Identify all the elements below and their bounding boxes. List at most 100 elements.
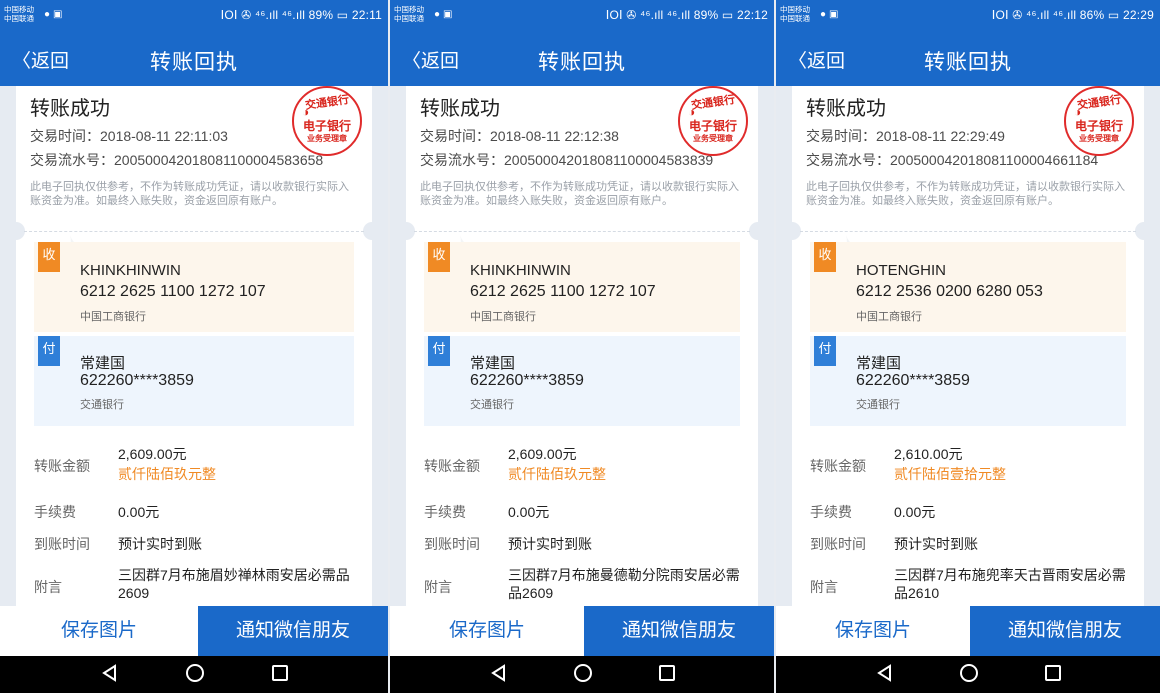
app-icon: ▣ <box>829 9 839 20</box>
action-bar: 保存图片 通知微信朋友 <box>776 606 1160 656</box>
payer-account: 622260****3859 <box>80 372 194 389</box>
transaction-time: 交易时间：2018-08-11 22:11:03 <box>30 128 228 144</box>
payer-section: 付 常建国 622260****3859 交通银行 <box>810 336 1126 426</box>
chat-bubble-icon: ● <box>820 9 827 20</box>
bank-stamp: 交通银行 ◑ 电子银行 业务受理章 <box>678 86 748 156</box>
remark-label: 附言 <box>34 579 62 595</box>
amount-value: 2,609.00元 <box>508 446 577 462</box>
page-title: 转账回执 <box>150 51 238 74</box>
status-right: ⅠOⅠ ✇ ⁴⁶.ıll ⁴⁶.ıll 86% ▭ 22:29 <box>991 8 1154 22</box>
screenshot-collage: 中国移动 中国联通 ● ▣ ⅠOⅠ ✇ ⁴⁶.ıll ⁴⁶.ıll 89% ▭ … <box>0 0 1160 693</box>
payer-bank: 交通银行 <box>470 399 514 411</box>
arrival-value: 预计实时到账 <box>118 536 202 552</box>
notification-icons: ● ▣ <box>434 9 453 20</box>
amount-label: 转账金额 <box>34 458 90 474</box>
success-title: 转账成功 <box>30 98 110 120</box>
payer-account: 622260****3859 <box>856 372 970 389</box>
back-triangle-icon[interactable] <box>490 664 508 682</box>
fee-value: 0.00元 <box>118 504 160 520</box>
receipt-header: 转账成功 交易时间：2018-08-11 22:12:38 交易流水号：2005… <box>406 86 758 228</box>
divider <box>800 231 1136 232</box>
home-circle-icon[interactable] <box>960 664 979 682</box>
payee-bank: 中国工商银行 <box>470 311 536 323</box>
status-bar: 中国移动 中国联通 ● ▣ ⅠOⅠ ✇ ⁴⁶.ıll ⁴⁶.ıll 89% ▭ … <box>0 0 388 32</box>
payee-section: 收 KHINKHINWIN 6212 2625 1100 1272 107 中国… <box>424 242 740 332</box>
payee-tag-icon: 收 <box>814 242 836 272</box>
status-right: ⅠOⅠ ✇ ⁴⁶.ıll ⁴⁶.ıll 89% ▭ 22:11 <box>220 8 382 22</box>
payer-tag-icon: 付 <box>814 336 836 366</box>
chat-bubble-icon: ● <box>44 9 51 20</box>
payee-section: 收 KHINKHINWIN 6212 2625 1100 1272 107 中国… <box>34 242 354 332</box>
ticket-notch-right <box>749 222 758 240</box>
recents-square-icon[interactable] <box>271 665 288 681</box>
notify-wechat-button[interactable]: 通知微信朋友 <box>584 606 774 656</box>
amount-chinese: 贰仟陆佰玖元整 <box>118 466 216 482</box>
carrier-2: 中国联通 <box>4 14 34 23</box>
amount-value: 2,610.00元 <box>894 446 963 462</box>
recents-square-icon[interactable] <box>658 665 675 681</box>
system-nav-bar <box>390 656 774 693</box>
payer-bank: 交通银行 <box>80 399 124 411</box>
carrier-1: 中国移动 <box>4 5 34 14</box>
action-bar: 保存图片 通知微信朋友 <box>390 606 774 656</box>
chat-bubble-icon: ● <box>434 9 441 20</box>
payee-section: 收 HOTENGHIN 6212 2536 0200 6280 053 中国工商… <box>810 242 1126 332</box>
transaction-time: 交易时间：2018-08-11 22:12:38 <box>420 128 619 144</box>
payer-account: 622260****3859 <box>470 372 584 389</box>
home-circle-icon[interactable] <box>574 664 593 682</box>
receipt-card: ✦ 转账成功 交易时间：2018-08-11 22:29:49 交易流水号：20… <box>792 86 1144 606</box>
payee-tag-icon: 收 <box>428 242 450 272</box>
save-image-button[interactable]: 保存图片 <box>0 606 198 656</box>
fee-value: 0.00元 <box>508 504 550 520</box>
notification-icons: ● ▣ <box>820 9 839 20</box>
carrier-1: 中国移动 <box>394 5 424 14</box>
remark-label: 附言 <box>424 579 452 595</box>
status-bar: 中国移动 中国联通 ● ▣ ⅠOⅠ ✇ ⁴⁶.ıll ⁴⁶.ıll 86% ▭ … <box>776 0 1160 32</box>
nav-bar: 〈返回 转账回执 <box>0 32 388 86</box>
system-nav-bar <box>0 656 388 693</box>
amount-label: 转账金额 <box>424 458 480 474</box>
phone-screen-3: 中国移动 中国联通 ● ▣ ⅠOⅠ ✇ ⁴⁶.ıll ⁴⁶.ıll 86% ▭ … <box>776 0 1160 693</box>
transaction-time: 交易时间：2018-08-11 22:29:49 <box>806 128 1005 144</box>
recents-square-icon[interactable] <box>1044 665 1061 681</box>
fee-value: 0.00元 <box>894 504 936 520</box>
nav-bar: 〈返回 转账回执 <box>390 32 774 86</box>
receipt-header: 转账成功 交易时间：2018-08-11 22:11:03 交易流水号：2005… <box>16 86 372 228</box>
carrier-labels: 中国移动 中国联通 <box>394 5 430 23</box>
action-bar: 保存图片 通知微信朋友 <box>0 606 388 656</box>
phone-screen-2: 中国移动 中国联通 ● ▣ ⅠOⅠ ✇ ⁴⁶.ıll ⁴⁶.ıll 89% ▭ … <box>390 0 774 693</box>
receipt-card: ✦ 转账成功 交易时间：2018-08-11 22:11:03 交易流水号：20… <box>16 86 372 606</box>
transaction-serial: 交易流水号：200500042018081100004661184 <box>806 152 1099 168</box>
app-icon: ▣ <box>53 9 63 20</box>
fee-label: 手续费 <box>34 504 76 520</box>
notify-wechat-button[interactable]: 通知微信朋友 <box>198 606 388 656</box>
notify-wechat-button[interactable]: 通知微信朋友 <box>970 606 1160 656</box>
carrier-2: 中国联通 <box>394 14 424 23</box>
receipt-header: 转账成功 交易时间：2018-08-11 22:29:49 交易流水号：2005… <box>792 86 1144 228</box>
payer-bank: 交通银行 <box>856 399 900 411</box>
receipt-card: ✦ 转账成功 交易时间：2018-08-11 22:12:38 交易流水号：20… <box>406 86 758 606</box>
stamp-sub-text: 业务受理章 <box>1079 134 1119 143</box>
amount-chinese: 贰仟陆佰壹拾元整 <box>894 466 1006 482</box>
home-circle-icon[interactable] <box>186 664 205 682</box>
carrier-labels: 中国移动 中国联通 <box>780 5 816 23</box>
amount-chinese: 贰仟陆佰玖元整 <box>508 466 606 482</box>
remark-value: 三因群7月布施兜率天古晋雨安居必需品2610 <box>894 567 1126 601</box>
save-image-button[interactable]: 保存图片 <box>776 606 970 656</box>
payer-name: 常建国 <box>80 355 126 372</box>
payee-account: 6212 2625 1100 1272 107 <box>470 283 656 300</box>
app-icon: ▣ <box>443 9 453 20</box>
back-triangle-icon[interactable] <box>876 664 894 682</box>
bank-stamp: 交通银行 ◑ 电子银行 业务受理章 <box>292 86 362 156</box>
phone-screen-1: 中国移动 中国联通 ● ▣ ⅠOⅠ ✇ ⁴⁶.ıll ⁴⁶.ıll 89% ▭ … <box>0 0 388 693</box>
bank-stamp: 交通银行 ◑ 电子银行 业务受理章 <box>1064 86 1134 156</box>
receipt-notice: 此电子回执仅供参考，不作为转账成功凭证，请以收款银行实际入账资金为准。如最终入账… <box>30 181 349 207</box>
transaction-serial: 交易流水号：200500042018081100004583839 <box>420 152 714 168</box>
save-image-button[interactable]: 保存图片 <box>390 606 584 656</box>
payee-name: KHINKHINWIN <box>470 262 571 279</box>
status-right: ⅠOⅠ ✇ ⁴⁶.ıll ⁴⁶.ıll 89% ▭ 22:12 <box>605 8 768 22</box>
page-title: 转账回执 <box>924 51 1012 74</box>
receipt-notice: 此电子回执仅供参考，不作为转账成功凭证，请以收款银行实际入账资金为准。如最终入账… <box>806 181 1125 207</box>
payee-bank: 中国工商银行 <box>80 311 146 323</box>
back-triangle-icon[interactable] <box>101 664 119 682</box>
